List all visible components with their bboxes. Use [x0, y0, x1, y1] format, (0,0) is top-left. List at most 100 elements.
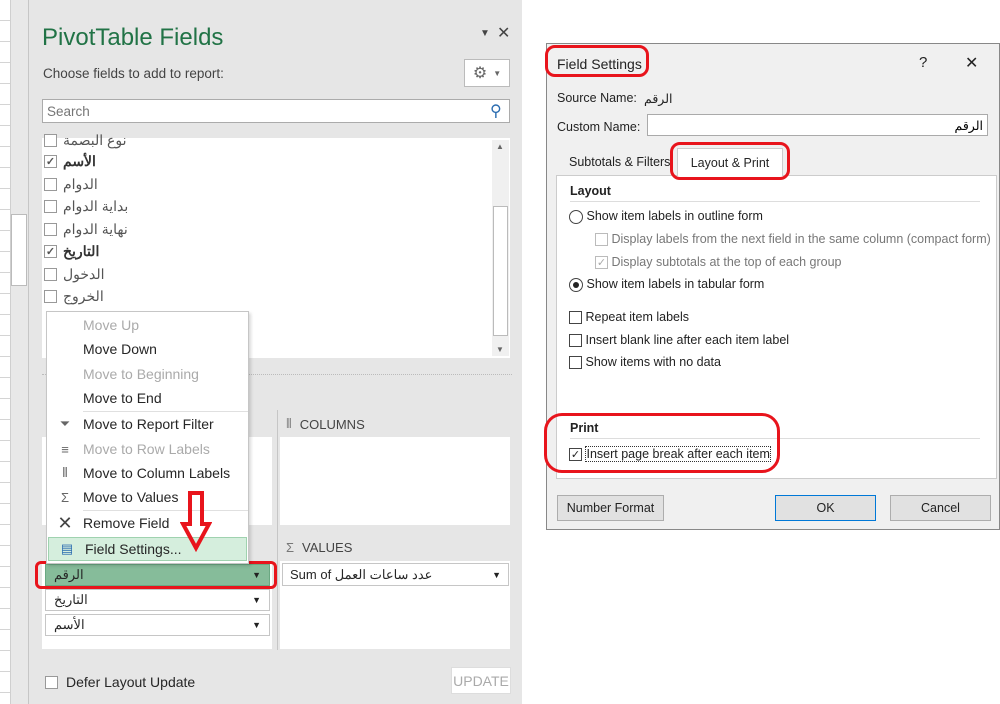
columns-area-header: ⦀ COLUMNS	[286, 416, 365, 432]
scroll-up-icon[interactable]: ▲	[496, 142, 504, 151]
dialog-close-button[interactable]: ✕	[965, 53, 978, 73]
blank-line-option[interactable]: Insert blank line after each item label	[569, 333, 789, 348]
field-label: نوع البصمة	[63, 131, 127, 148]
outline-label: Show item labels in outline form	[586, 209, 763, 223]
repeat-checkbox[interactable]	[569, 311, 582, 325]
tab-subtotals-filters[interactable]: Subtotals & Filters	[569, 155, 670, 169]
menu-item-label: Move to Beginning	[83, 366, 199, 382]
field-checkbox[interactable]: ✓	[44, 244, 57, 258]
field-checkbox[interactable]	[44, 177, 57, 191]
field-checkbox[interactable]	[44, 289, 57, 303]
field-checkbox[interactable]	[44, 267, 57, 281]
menu-item-field-settings[interactable]: ▤ Field Settings...	[48, 537, 247, 561]
field-item[interactable]: ✓ الأسم	[44, 151, 96, 171]
ok-button[interactable]: OK	[775, 495, 876, 521]
values-field-label: Sum of عدد ساعات العمل	[290, 566, 433, 582]
custom-name-input[interactable]	[647, 114, 988, 136]
annotation-highlight	[545, 45, 649, 77]
field-label: الخروج	[63, 287, 104, 304]
pane-close-icon[interactable]: ✕	[497, 23, 510, 43]
menu-item-label: Move to End	[83, 390, 162, 406]
columns-area[interactable]	[280, 437, 510, 525]
subtotals-top-option[interactable]: ✓ Display subtotals at the top of each g…	[595, 255, 842, 270]
field-item[interactable]: ✓ التاريخ	[44, 241, 99, 261]
menu-item-label: Move to Row Labels	[83, 441, 210, 457]
field-checkbox[interactable]	[44, 222, 57, 236]
tabular-form-option[interactable]: Show item labels in tabular form	[569, 277, 764, 292]
menu-item-move-down[interactable]: Move Down	[47, 337, 248, 361]
cancel-button[interactable]: Cancel	[890, 495, 991, 521]
no-data-option[interactable]: Show items with no data	[569, 355, 721, 370]
spreadsheet-edge	[0, 0, 10, 704]
rows-icon: ≡	[61, 441, 69, 457]
help-button[interactable]: ?	[919, 54, 927, 71]
compact-checkbox[interactable]	[595, 233, 608, 247]
divider	[570, 201, 980, 202]
source-name-value: الرقم	[644, 92, 673, 106]
field-checkbox[interactable]	[44, 133, 57, 147]
context-menu: Move Up Move Down Move to Beginning Move…	[46, 311, 249, 564]
field-item[interactable]: بداية الدوام	[44, 196, 128, 216]
field-item[interactable]: نوع البصمة	[44, 130, 127, 150]
field-list-scrollbar[interactable]: ▲ ▼	[492, 140, 509, 356]
pane-options-dropdown-icon[interactable]: ▼	[480, 28, 490, 39]
tabular-radio[interactable]	[569, 277, 583, 292]
values-field[interactable]: Sum of عدد ساعات العمل ▼	[282, 563, 509, 586]
update-button[interactable]: UPDATE	[451, 667, 511, 694]
number-format-button[interactable]: Number Format	[557, 495, 664, 521]
menu-item-label: Move to Report Filter	[83, 416, 214, 432]
scroll-thumb[interactable]	[493, 206, 508, 336]
sheet-scroll-thumb[interactable]	[11, 214, 27, 286]
field-item[interactable]: الدخول	[44, 264, 105, 284]
row-field-label: الأسم	[54, 617, 85, 632]
outline-form-option[interactable]: Show item labels in outline form	[569, 209, 763, 224]
tools-gear-button[interactable]: ⚙ ▼	[464, 59, 510, 87]
sheet-scrollbar[interactable]	[10, 0, 28, 704]
columns-icon: ⦀	[62, 465, 68, 480]
menu-item-move-to-report-filter[interactable]: ⏷ Move to Report Filter	[47, 412, 248, 436]
menu-item-move-to-row-labels[interactable]: ≡ Move to Row Labels	[47, 437, 248, 461]
scroll-down-icon[interactable]: ▼	[496, 345, 504, 354]
menu-item-label: Move Down	[83, 341, 157, 357]
dropdown-arrow-icon[interactable]: ▼	[492, 570, 501, 580]
field-label: التاريخ	[63, 242, 100, 259]
defer-checkbox[interactable]	[45, 675, 58, 689]
field-item[interactable]: نهاية الدوام	[44, 219, 128, 239]
field-item[interactable]: الخروج	[44, 286, 104, 306]
menu-item-move-up[interactable]: Move Up	[47, 313, 248, 337]
search-input[interactable]	[42, 99, 510, 123]
x-icon: ✕	[57, 512, 73, 533]
dropdown-arrow-icon[interactable]: ▼	[252, 595, 261, 605]
menu-item-move-to-values[interactable]: Σ Move to Values	[47, 485, 248, 509]
field-checkbox[interactable]	[44, 199, 57, 213]
source-name-label: Source Name:	[557, 91, 637, 105]
field-item[interactable]: الدوام	[44, 174, 98, 194]
values-label: VALUES	[302, 540, 353, 555]
menu-item-remove-field[interactable]: ✕ Remove Field	[47, 511, 248, 535]
defer-layout-update[interactable]: Defer Layout Update	[45, 674, 195, 690]
subtotals-top-checkbox[interactable]: ✓	[595, 256, 608, 270]
dropdown-arrow-icon[interactable]: ▼	[252, 620, 261, 630]
filter-icon: ⏷	[59, 416, 71, 431]
no-data-checkbox[interactable]	[569, 356, 582, 370]
annotation-highlight	[35, 561, 277, 589]
field-checkbox[interactable]: ✓	[44, 154, 57, 168]
row-field[interactable]: الأسم ▼	[45, 614, 270, 636]
repeat-labels-option[interactable]: Repeat item labels	[569, 310, 690, 325]
tab-layout-print[interactable]: Layout & Print	[677, 148, 783, 176]
subtotals-top-label: Display subtotals at the top of each gro…	[611, 255, 842, 269]
menu-item-move-to-end[interactable]: Move to End	[47, 386, 248, 410]
row-field[interactable]: التاريخ ▼	[45, 589, 270, 611]
blank-line-checkbox[interactable]	[569, 334, 582, 348]
tabular-label: Show item labels in tabular form	[586, 277, 765, 291]
repeat-label: Repeat item labels	[585, 310, 690, 324]
gear-icon: ⚙	[472, 65, 488, 82]
pane-title: PivotTable Fields	[42, 24, 224, 51]
outline-radio[interactable]	[569, 209, 583, 224]
menu-item-move-to-column-labels[interactable]: ⦀ Move to Column Labels	[47, 461, 248, 485]
pane-subtitle: Choose fields to add to report:	[43, 66, 224, 81]
columns-label: COLUMNS	[299, 416, 365, 432]
compact-form-option[interactable]: Display labels from the next field in th…	[595, 232, 991, 247]
field-label: الدوام	[63, 175, 98, 192]
menu-item-move-to-beginning[interactable]: Move to Beginning	[47, 362, 248, 386]
